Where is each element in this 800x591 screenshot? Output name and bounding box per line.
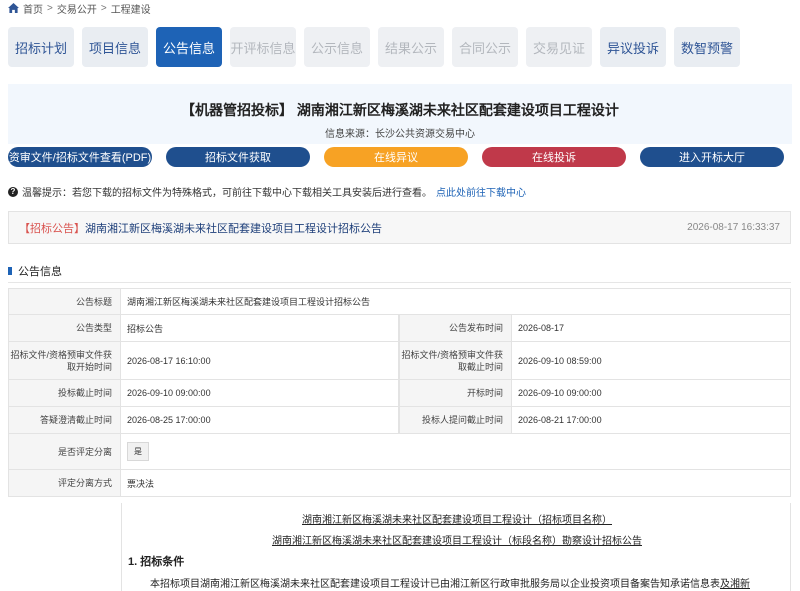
article-paragraph: 本招标项目湖南湘江新区梅溪湖未来社区配套建设项目工程设计已由湘江新区行政审批服务…	[150, 575, 750, 590]
pub-time-label: 公告发布时间	[399, 315, 512, 341]
tip-text: 温馨提示：若您下载的招标文件为特殊格式，可前往下载中心下载相关工具安装后进行查看…	[22, 188, 432, 199]
table-row: 答疑澄清截止时间 2026-08-25 17:00:00 投标人提问截止时间 2…	[8, 407, 791, 434]
article-body-tail: 及湘新	[720, 579, 750, 590]
notice-tag: 【招标公告】	[19, 222, 85, 235]
download-center-link[interactable]: 点此处前往下载中心	[436, 184, 526, 199]
separate-value-cell: 是	[121, 434, 791, 469]
method-value: 票决法	[121, 470, 791, 496]
table-row: 公告类型 招标公告 公告发布时间 2026-08-17	[8, 315, 791, 342]
ann-title-label: 公告标题	[8, 289, 121, 314]
tab-warning[interactable]: 数智预警	[674, 27, 740, 67]
announcement-info-table: 公告标题 湖南湘江新区梅溪湖未来社区配套建设项目工程设计招标公告 公告类型 招标…	[8, 288, 791, 497]
doc-start-label: 招标文件/资格预审文件获取开始时间	[8, 342, 121, 379]
open-time-value: 2026-09-10 09:00:00	[512, 380, 791, 406]
tab-witness[interactable]: 交易见证	[526, 27, 592, 67]
download-tip: ? 温馨提示：若您下载的招标文件为特殊格式，可前往下载中心下载相关工具安装后进行…	[8, 184, 526, 199]
breadcrumb-separator: >	[47, 2, 53, 14]
info-source: 信息来源：长沙公共资源交易中心	[325, 129, 475, 140]
table-row: 公告标题 湖南湘江新区梅溪湖未来社区配套建设项目工程设计招标公告	[8, 288, 791, 315]
question-icon: ?	[8, 186, 18, 197]
announcement-body: 湖南湘江新区梅溪湖未来社区配套建设项目工程设计（招标项目名称） 湖南湘江新区梅溪…	[121, 503, 791, 591]
open-time-label: 开标时间	[399, 380, 512, 406]
section-heading: 公告信息	[8, 263, 62, 279]
doc-end-value: 2026-09-10 08:59:00	[512, 342, 791, 379]
doc-start-value: 2026-08-17 16:10:00	[121, 342, 399, 379]
table-row: 招标文件/资格预审文件获取开始时间 2026-08-17 16:10:00 招标…	[8, 342, 791, 380]
table-row: 投标截止时间 2026-09-10 09:00:00 开标时间 2026-09-…	[8, 380, 791, 407]
section-name-line: 湖南湘江新区梅溪湖未来社区配套建设项目工程设计（标段名称）勘察设计招标公告	[122, 532, 792, 547]
tab-project-info[interactable]: 项目信息	[82, 27, 148, 67]
breadcrumb-separator: >	[100, 2, 107, 14]
tab-announcement[interactable]: 公告信息	[156, 27, 222, 67]
tab-bid-plan[interactable]: 招标计划	[8, 27, 74, 67]
tab-objection[interactable]: 异议投诉	[600, 27, 666, 67]
ann-title-value: 湖南湘江新区梅溪湖未来社区配套建设项目工程设计招标公告	[121, 289, 791, 314]
notice-item[interactable]: 【招标公告】 湖南湘江新区梅溪湖未来社区配套建设项目工程设计招标公告 2026-…	[8, 211, 791, 244]
breadcrumb: 首页 > 交易公开 > 工程建设	[8, 1, 151, 16]
separate-label: 是否评定分离	[8, 434, 121, 469]
qa-deadline-value: 2026-08-25 17:00:00	[121, 407, 399, 433]
table-row: 评定分离方式 票决法	[8, 470, 791, 497]
method-label: 评定分离方式	[8, 470, 121, 496]
doc-view-button[interactable]: 资审文件/招标文件查看(PDF)	[8, 147, 152, 167]
bid-deadline-value: 2026-09-10 09:00:00	[121, 380, 399, 406]
home-icon[interactable]	[8, 3, 19, 13]
section-marker	[8, 267, 12, 275]
tab-opening-info[interactable]: 开评标信息	[230, 27, 296, 67]
breadcrumb-level1[interactable]: 交易公开	[57, 1, 97, 16]
article-body-text: 本招标项目湖南湘江新区梅溪湖未来社区配套建设项目工程设计已由湘江新区行政审批服务…	[150, 579, 720, 590]
ann-type-label: 公告类型	[8, 315, 121, 341]
pub-time-value: 2026-08-17	[512, 315, 791, 341]
project-name-line: 湖南湘江新区梅溪湖未来社区配套建设项目工程设计（招标项目名称）	[302, 515, 612, 526]
notice-title[interactable]: 湖南湘江新区梅溪湖未来社区配套建设项目工程设计招标公告	[85, 220, 382, 236]
divider	[8, 282, 791, 283]
breadcrumb-home[interactable]: 首页	[23, 1, 43, 16]
article-heading: 1. 招标条件	[128, 556, 185, 568]
enter-hall-button[interactable]: 进入开标大厅	[640, 147, 784, 167]
doc-get-button[interactable]: 招标文件获取	[166, 147, 310, 167]
objection-button[interactable]: 在线异议	[324, 147, 468, 167]
doc-end-label: 招标文件/资格预审文件获取截止时间	[399, 342, 512, 379]
category-tabs: 招标计划 项目信息 公告信息 开评标信息 公示信息 结果公示 合同公示 交易见证…	[8, 27, 740, 67]
separate-badge: 是	[127, 442, 149, 461]
tab-result[interactable]: 结果公示	[378, 27, 444, 67]
tab-contract[interactable]: 合同公示	[452, 27, 518, 67]
page-title: 【机器管招投标】 湖南湘江新区梅溪湖未来社区配套建设项目工程设计	[181, 102, 619, 118]
table-row: 是否评定分离 是	[8, 434, 791, 470]
question-deadline-value: 2026-08-21 17:00:00	[512, 407, 791, 433]
complaint-button[interactable]: 在线投诉	[482, 147, 626, 167]
ann-type-value: 招标公告	[121, 315, 399, 341]
breadcrumb-level2[interactable]: 工程建设	[111, 1, 151, 16]
section-title: 公告信息	[18, 266, 62, 278]
section-name-text: 湖南湘江新区梅溪湖未来社区配套建设项目工程设计（标段名称）勘察设计招标公告	[272, 536, 642, 547]
qa-deadline-label: 答疑澄清截止时间	[8, 407, 121, 433]
notice-time: 2026-08-17 16:33:37	[687, 222, 780, 233]
question-deadline-label: 投标人提问截止时间	[399, 407, 512, 433]
tab-publicity[interactable]: 公示信息	[304, 27, 370, 67]
bid-deadline-label: 投标截止时间	[8, 380, 121, 406]
